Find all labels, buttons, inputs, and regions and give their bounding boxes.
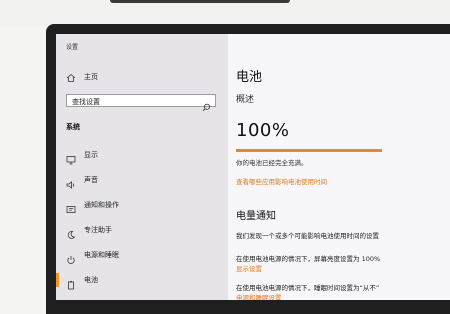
sidebar-item-battery[interactable]: 电池 [66,273,98,290]
battery-percentage: 100% [236,120,290,141]
section-heading-system: 系统 [66,123,80,131]
display-settings-link[interactable]: 显示设置 [236,263,262,273]
power-icon [66,250,76,264]
battery-status-text: 你的电池已经完全充满。 [236,159,308,167]
sleep-warning-text: 在使用电池电源的情况下，睡眠时间设置为“从不” [236,284,380,292]
brightness-warning-text: 在使用电池电源的情况下，屏幕亮度设置为 100% [236,255,381,263]
sidebar-item-label: 声音 [84,176,98,184]
search-placeholder: 查找设置 [72,98,100,106]
notifications-heading: 电量通知 [236,211,276,222]
notification-description: 我们发现一个或多个可能影响电池使用时间的设置 [236,232,379,240]
settings-nav-pane: 设置 主页 查找设置 系统 显示 声音 通知和操作 专注助手 电源和睡眠 电池 [56,34,228,300]
search-icon[interactable] [202,97,211,112]
sidebar-item-label: 电源和睡眠 [84,251,119,259]
battery-level-bar [236,149,382,152]
overview-heading: 概述 [236,95,255,105]
home-link[interactable]: 主页 [66,72,98,82]
display-icon [66,150,76,165]
apps-affecting-battery-link[interactable]: 查看哪些应用影响电池使用时间 [236,176,327,186]
sidebar-item-sound[interactable]: 声音 [66,173,98,189]
notification-icon [66,200,76,213]
page-title: 电池 [236,70,263,85]
battery-icon [66,275,76,290]
app-title: 设置 [66,44,79,51]
sidebar-item-focus-assist[interactable]: 专注助手 [66,223,112,239]
battery-level-fill [236,149,382,152]
home-label: 主页 [84,73,98,81]
speaker-icon [66,175,76,189]
power-sleep-settings-link[interactable]: 电源和睡眠设置 [236,292,282,300]
sidebar-item-label: 显示 [84,151,98,159]
home-icon [66,68,76,87]
desk-background [0,0,450,26]
sidebar-item-power-sleep[interactable]: 电源和睡眠 [66,248,119,264]
sidebar-item-label: 专注助手 [84,226,112,234]
active-item-indicator [56,273,59,287]
search-input[interactable]: 查找设置 [66,94,216,112]
sidebar-item-label: 通知和操作 [84,201,119,209]
sidebar-item-label: 电池 [84,276,98,284]
laptop-top-edge [110,0,290,3]
battery-content-pane: 电池 概述 100% 你的电池已经完全充满。 查看哪些应用影响电池使用时间 电量… [228,34,450,300]
sidebar-item-display[interactable]: 显示 [66,148,98,165]
settings-window: 设置 主页 查找设置 系统 显示 声音 通知和操作 专注助手 电源和睡眠 电池 … [56,34,450,300]
moon-icon [66,225,76,239]
sidebar-item-notifications[interactable]: 通知和操作 [66,198,119,213]
